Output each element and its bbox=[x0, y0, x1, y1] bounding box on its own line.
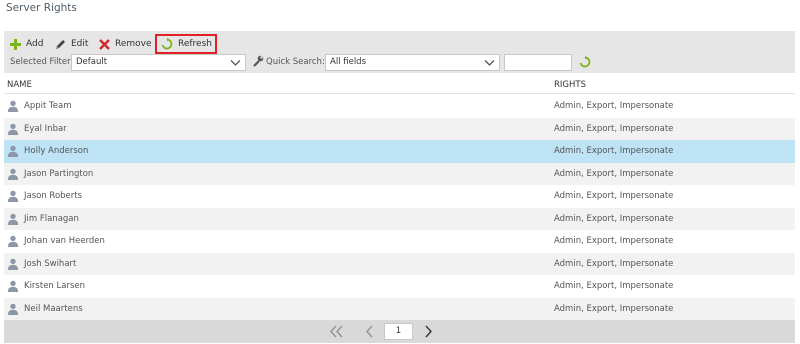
table-row[interactable]: Jason Roberts Admin, Export, Impersonate bbox=[4, 185, 795, 208]
pencil-icon bbox=[55, 39, 66, 50]
grid-body: Appit Team Admin, Export, Impersonate Eyal… bbox=[4, 95, 795, 320]
row-name: Neil Maartens bbox=[24, 303, 83, 314]
selected-filter-value: Default bbox=[76, 57, 108, 67]
user-icon bbox=[7, 213, 19, 228]
server-rights-panel: Add Edit Remove Refresh Selected Filter:… bbox=[4, 31, 795, 343]
user-icon bbox=[7, 145, 19, 160]
remove-label: Remove bbox=[115, 39, 152, 49]
row-name: Jim Flanagan bbox=[24, 213, 79, 224]
row-name: Appit Team bbox=[24, 101, 72, 111]
user-icon bbox=[7, 303, 19, 318]
next-page-icon[interactable] bbox=[423, 325, 433, 341]
x-icon bbox=[99, 38, 110, 50]
table-row[interactable]: Holly Anderson Admin, Export, Impersonate bbox=[4, 140, 795, 163]
row-rights: Admin, Export, Impersonate bbox=[554, 303, 674, 314]
column-header-name[interactable]: NAME bbox=[7, 80, 32, 90]
user-icon bbox=[7, 280, 19, 295]
plus-icon bbox=[10, 38, 21, 50]
row-rights: Admin, Export, Impersonate bbox=[554, 123, 674, 134]
page-title: Server Rights bbox=[6, 2, 77, 14]
row-rights: Admin, Export, Impersonate bbox=[554, 101, 674, 111]
table-row[interactable]: Jim Flanagan Admin, Export, Impersonate bbox=[4, 207, 795, 230]
table-row[interactable]: Appit Team Admin, Export, Impersonate bbox=[4, 95, 795, 118]
refresh-icon bbox=[161, 38, 173, 50]
chevron-down-icon bbox=[484, 57, 495, 71]
table-row[interactable]: Josh Swihart Admin, Export, Impersonate bbox=[4, 252, 795, 275]
refresh-label: Refresh bbox=[178, 39, 212, 49]
prev-page-icon[interactable] bbox=[365, 325, 375, 341]
quick-search-field-select[interactable]: All fields bbox=[325, 54, 500, 71]
row-rights: Admin, Export, Impersonate bbox=[554, 258, 674, 269]
row-rights: Admin, Export, Impersonate bbox=[554, 236, 674, 246]
row-rights: Admin, Export, Impersonate bbox=[554, 146, 674, 156]
edit-button[interactable]: Edit bbox=[55, 36, 88, 52]
wrench-icon bbox=[252, 55, 264, 70]
user-icon bbox=[7, 123, 19, 138]
column-header-rights[interactable]: RIGHTS bbox=[554, 80, 586, 90]
user-icon bbox=[7, 100, 19, 115]
add-button[interactable]: Add bbox=[10, 36, 43, 52]
grid-header: NAME RIGHTS bbox=[4, 76, 795, 94]
row-rights: Admin, Export, Impersonate bbox=[554, 191, 674, 201]
user-icon bbox=[7, 258, 19, 273]
search-refresh-icon[interactable] bbox=[579, 56, 591, 71]
user-icon bbox=[7, 190, 19, 205]
table-row[interactable]: Johan van Heerden Admin, Export, Imperson… bbox=[4, 230, 795, 253]
row-name: Jason Partington bbox=[24, 168, 94, 179]
user-icon bbox=[7, 235, 19, 250]
table-row[interactable]: Kirsten Larsen Admin, Export, Impersonate bbox=[4, 275, 795, 298]
user-icon bbox=[7, 168, 19, 183]
first-page-icon[interactable] bbox=[330, 325, 343, 341]
table-row[interactable]: Eyal Inbar Admin, Export, Impersonate bbox=[4, 117, 795, 140]
selected-filter-label: Selected Filter: bbox=[10, 57, 74, 67]
refresh-button[interactable]: Refresh bbox=[155, 34, 217, 54]
row-rights: Admin, Export, Impersonate bbox=[554, 168, 674, 179]
row-name: Eyal Inbar bbox=[24, 123, 67, 134]
selected-filter-select[interactable]: Default bbox=[71, 54, 246, 71]
page-number-input[interactable]: 1 bbox=[384, 323, 413, 340]
row-name: Johan van Heerden bbox=[24, 236, 105, 246]
quick-search-label: Quick Search: bbox=[266, 57, 325, 67]
row-rights: Admin, Export, Impersonate bbox=[554, 213, 674, 224]
row-rights: Admin, Export, Impersonate bbox=[554, 281, 674, 291]
row-name: Josh Swihart bbox=[24, 258, 77, 269]
add-label: Add bbox=[26, 39, 44, 49]
quick-search-input[interactable] bbox=[504, 54, 572, 71]
remove-button[interactable]: Remove bbox=[99, 36, 152, 52]
pager: 1 bbox=[4, 320, 795, 343]
edit-label: Edit bbox=[71, 39, 89, 49]
chevron-down-icon bbox=[230, 57, 241, 71]
table-row[interactable]: Jason Partington Admin, Export, Impersona… bbox=[4, 162, 795, 185]
row-name: Holly Anderson bbox=[24, 146, 89, 156]
toolbar: Add Edit Remove Refresh Selected Filter:… bbox=[4, 31, 795, 73]
row-name: Jason Roberts bbox=[24, 191, 83, 201]
table-row[interactable]: Neil Maartens Admin, Export, Impersonate bbox=[4, 297, 795, 320]
row-name: Kirsten Larsen bbox=[24, 281, 85, 291]
quick-search-field-value: All fields bbox=[330, 57, 367, 67]
